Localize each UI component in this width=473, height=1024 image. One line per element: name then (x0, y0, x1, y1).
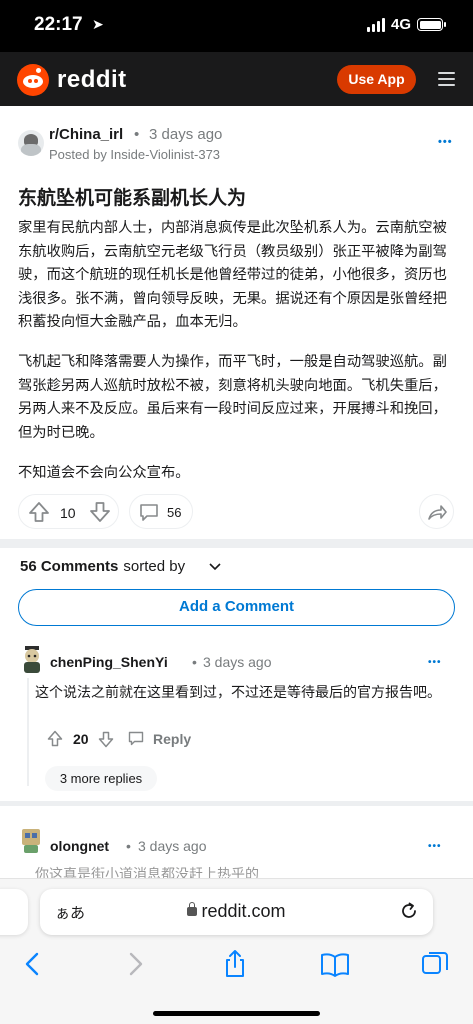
status-time: 22:17 (34, 14, 83, 35)
vote-control: 10 (18, 494, 119, 529)
comment-thread-line[interactable] (27, 678, 29, 786)
comment-age: 3 days ago (203, 654, 272, 670)
signal-icon (366, 17, 385, 32)
reddit-logo[interactable]: reddit (17, 64, 127, 96)
post-score: 10 (60, 505, 76, 521)
subreddit-link[interactable]: r/China_irl (49, 126, 123, 143)
comment-avatar[interactable] (19, 826, 43, 853)
comment-separator: • (126, 838, 131, 854)
comments-count: 56 Comments (20, 558, 119, 575)
battery-icon (417, 18, 446, 31)
comment-divider (0, 801, 473, 806)
downvote-icon[interactable] (89, 501, 111, 523)
comment-score: 20 (73, 731, 89, 747)
status-bar: 22:17 ➤ 4G (0, 0, 473, 52)
reply-button[interactable]: Reply (153, 731, 191, 747)
post-more-options-icon[interactable]: ••• (438, 136, 453, 148)
home-indicator (153, 1011, 320, 1016)
add-comment-button[interactable]: Add a Comment (18, 589, 455, 626)
post-paragraph-1: 家里有民航内部人士，内部消息疯传是此次坠机系人为。云南航空被东航收购后，云南航空… (18, 220, 447, 331)
reply-bubble-icon[interactable] (128, 731, 144, 747)
url-text: reddit.com (201, 901, 286, 921)
comment-separator: • (192, 654, 197, 670)
meta-separator: • (134, 126, 140, 143)
post-comment-count: 56 (167, 505, 182, 520)
more-replies-button[interactable]: 3 more replies (45, 766, 157, 791)
hamburger-menu-icon[interactable] (438, 72, 455, 90)
lock-icon (187, 902, 198, 916)
tabs-icon[interactable] (420, 949, 450, 979)
comment-more-options-icon[interactable]: ••• (428, 841, 442, 852)
comment-bubble-icon (140, 504, 158, 521)
comments-button[interactable] (129, 494, 193, 529)
comment-text: 这个说法之前就在这里看到过，不过还是等待最后的官方报告吧。 (35, 684, 441, 700)
chevron-down-icon[interactable] (209, 563, 221, 571)
comment-downvote-icon[interactable] (98, 731, 114, 748)
forward-icon[interactable] (120, 949, 150, 979)
section-divider (0, 539, 473, 548)
safari-toolbar: ぁあ reddit.com (0, 878, 473, 1024)
comment-more-options-icon[interactable]: ••• (428, 657, 442, 668)
snoo-icon (17, 64, 49, 96)
sort-label: sorted by (123, 558, 186, 575)
comment-username[interactable]: chenPing_ShenYi (50, 654, 168, 670)
reload-icon[interactable] (399, 901, 419, 921)
share-icon[interactable] (220, 949, 250, 979)
comment-avatar[interactable] (20, 646, 44, 673)
url-display[interactable]: reddit.com (40, 901, 433, 922)
status-right: 4G (366, 16, 446, 33)
back-icon[interactable] (18, 949, 48, 979)
upvote-icon[interactable] (28, 501, 50, 523)
post-paragraph-3: 不知道会不会向公众宣布。 (18, 465, 190, 481)
location-arrow-icon: ➤ (92, 16, 104, 32)
comment-upvote-icon[interactable] (47, 730, 63, 747)
previous-tab-preview[interactable] (0, 889, 28, 935)
share-arrow-icon (428, 505, 447, 520)
post-age: 3 days ago (149, 126, 223, 143)
posted-by[interactable]: Posted by Inside-Violinist-373 (49, 147, 220, 162)
bookmarks-icon[interactable] (320, 949, 350, 979)
subreddit-avatar[interactable] (18, 130, 44, 156)
use-app-button[interactable]: Use App (337, 65, 416, 94)
comment-username[interactable]: olongnet (50, 838, 109, 854)
network-type: 4G (390, 16, 411, 33)
comments-header[interactable]: 56 Comments sorted by (20, 558, 185, 575)
reddit-header: reddit Use App (0, 52, 473, 106)
post-paragraph-2: 飞机起飞和降落需要人为操作，而平飞时，一般是自动驾驶巡航。副驾张趁另两人巡航时放… (18, 354, 447, 441)
address-bar[interactable]: ぁあ reddit.com (40, 889, 433, 935)
comment-age: 3 days ago (138, 838, 207, 854)
logo-text: reddit (57, 66, 127, 93)
post-title[interactable]: 东航坠机可能系副机长人为 (18, 183, 458, 210)
share-button[interactable] (419, 494, 454, 529)
post-meta: r/China_irl • 3 days ago Posted by Insid… (18, 124, 458, 164)
